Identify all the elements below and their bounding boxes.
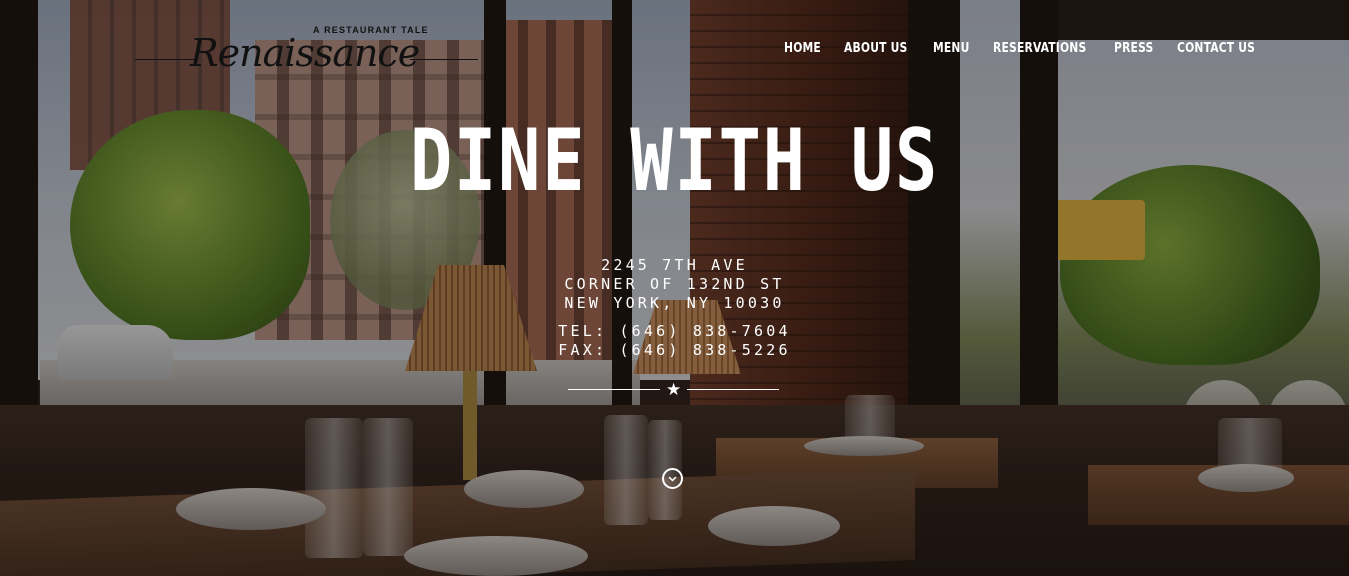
star-icon: ★ (666, 380, 682, 399)
phone-number: TEL: (646) 838-7604 (558, 322, 791, 340)
address-block: 2245 7TH AVE CORNER OF 132ND ST NEW YORK… (0, 256, 1349, 313)
contact-block: TEL: (646) 838-7604 FAX: (646) 838-5226 (0, 322, 1349, 360)
nav-item-reservations[interactable]: RESERVATIONS (993, 41, 1086, 56)
divider-rule-left (568, 389, 660, 390)
address-line-street: 2245 7TH AVE (601, 256, 748, 274)
logo-rule-right (410, 59, 478, 60)
chevron-down-icon (668, 475, 677, 482)
nav-item-home[interactable]: HOME (784, 41, 821, 56)
nav-item-contact-us[interactable]: CONTACT US (1177, 41, 1255, 56)
nav-item-menu[interactable]: MENU (933, 41, 970, 56)
nav-item-about-us[interactable]: ABOUT US (844, 41, 907, 56)
hero-title: DINE WITH US (409, 111, 939, 211)
address-line-corner: CORNER OF 132ND ST (564, 275, 785, 293)
logo-rule-left (135, 59, 195, 60)
main-nav: HOME ABOUT US MENU RESERVATIONS PRESS CO… (784, 41, 1282, 56)
site-logo[interactable]: A RESTAURANT TALE Renaissance (135, 22, 480, 82)
logo-wordmark: Renaissance (190, 31, 420, 75)
nav-item-press[interactable]: PRESS (1114, 41, 1153, 56)
divider-rule-right (687, 389, 779, 390)
address-line-city: NEW YORK, NY 10030 (564, 294, 785, 312)
scroll-down-button[interactable] (662, 468, 683, 489)
fax-number: FAX: (646) 838-5226 (558, 341, 791, 359)
